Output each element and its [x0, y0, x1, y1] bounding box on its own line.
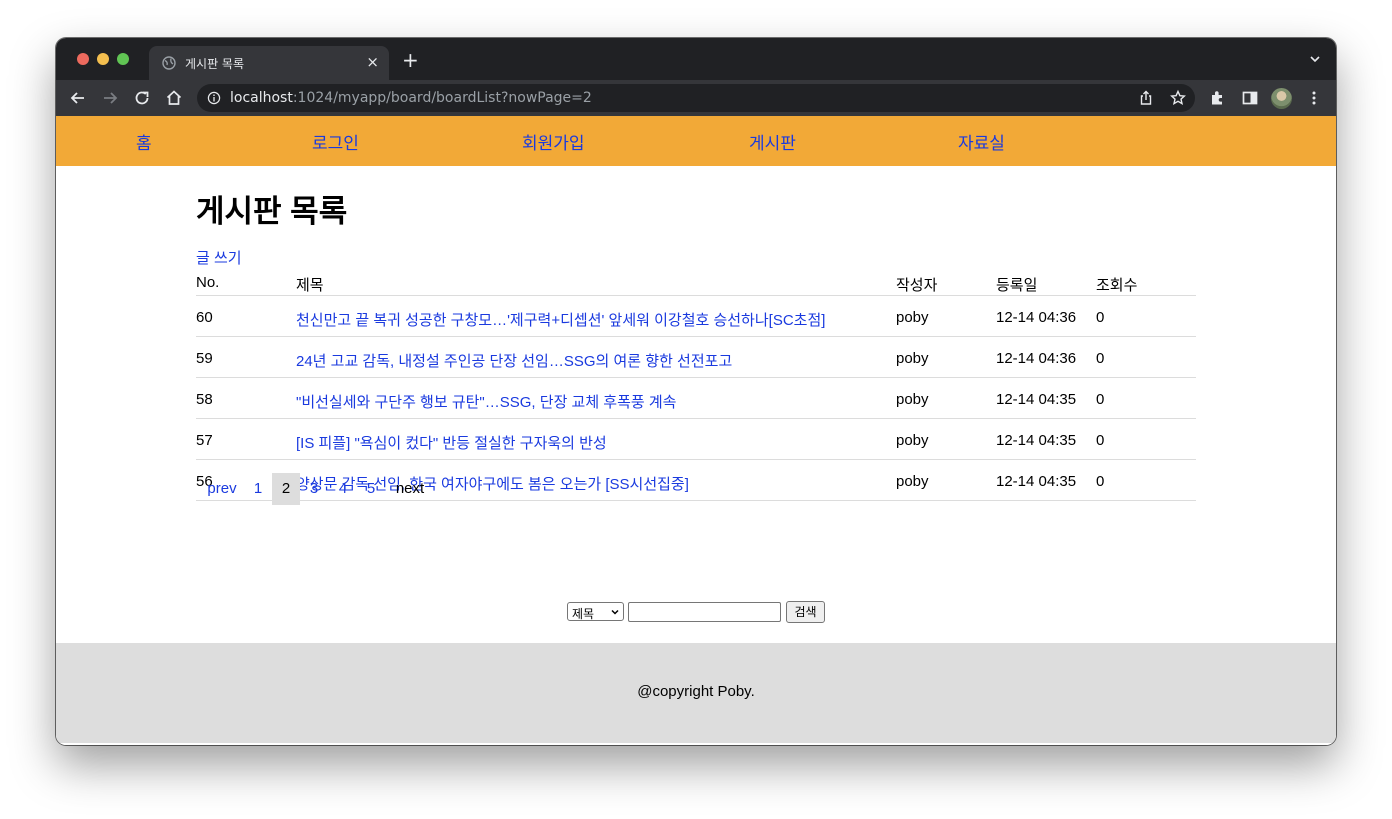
pagination-next[interactable]: next [392, 473, 428, 505]
table-row: 60 천신만고 끝 복귀 성공한 구창모…'제구력+디셉션' 앞세워 이강철호 … [196, 296, 1196, 337]
url-host: localhost [230, 90, 293, 106]
header-hits: 조회수 [1096, 277, 1138, 294]
copyright-text: @copyright Poby. [637, 683, 755, 700]
board-table: No. 제목 작성자 등록일 조회수 60 천신만고 끝 복귀 성공한 구창모…… [196, 266, 1196, 501]
search-button[interactable]: 검색 [786, 601, 825, 623]
browser-toolbar: localhost:1024/myapp/board/boardList?now… [56, 80, 1336, 116]
table-row: 57 [IS 피플] "욕심이 컸다" 반등 절실한 구자욱의 반성 poby … [196, 419, 1196, 460]
table-row: 59 24년 고교 감독, 내정설 주인공 단장 선임…SSG의 여론 향한 선… [196, 337, 1196, 378]
side-panel-icon[interactable] [1240, 88, 1260, 108]
reload-icon[interactable] [132, 88, 152, 108]
post-no: 57 [196, 432, 213, 449]
nav-home[interactable]: 홈 [136, 129, 152, 154]
post-title-link[interactable]: "비선실세와 구단주 행보 규탄"…SSG, 단장 교체 후폭풍 계속 [296, 391, 676, 412]
post-writer: poby [896, 309, 929, 326]
web-page: 홈 로그인 회원가입 게시판 자료실 게시판 목록 글 쓰기 No. 제목 작성… [56, 116, 1336, 745]
pagination-page-5[interactable]: 5 [361, 473, 381, 505]
back-icon[interactable] [68, 88, 88, 108]
home-icon[interactable] [164, 88, 184, 108]
write-post-link[interactable]: 글 쓰기 [196, 247, 242, 268]
pagination-page-3[interactable]: 3 [304, 473, 324, 505]
search-field-select[interactable]: 제목 [567, 602, 624, 621]
pagination-prev[interactable]: prev [202, 473, 242, 505]
post-date: 12-14 04:35 [996, 432, 1077, 449]
table-header-row: No. 제목 작성자 등록일 조회수 [196, 266, 1196, 296]
post-hits: 0 [1096, 309, 1105, 326]
post-hits: 0 [1096, 350, 1105, 367]
browser-tab[interactable]: 게시판 목록 × [149, 46, 389, 80]
post-title-link[interactable]: 양상문 감독 선임, 한국 여자야구에도 봄은 오는가 [SS시선집중] [296, 473, 689, 494]
nav-archive[interactable]: 자료실 [958, 129, 1005, 154]
close-window-button[interactable] [77, 53, 89, 65]
post-date: 12-14 04:35 [996, 473, 1077, 490]
pagination-page-4[interactable]: 4 [333, 473, 353, 505]
chevron-down-icon [611, 609, 619, 615]
search-input[interactable] [628, 602, 781, 622]
tab-list-icon[interactable] [1308, 52, 1322, 66]
close-tab-icon[interactable]: × [366, 53, 379, 71]
url-path: :1024/myapp/board/boardList?nowPage=2 [292, 90, 592, 106]
post-title-link[interactable]: [IS 피플] "욕심이 컸다" 반등 절실한 구자욱의 반성 [296, 432, 607, 453]
footer: @copyright Poby. [56, 643, 1336, 743]
star-icon[interactable] [1169, 89, 1187, 107]
tab-title: 게시판 목록 [185, 57, 245, 71]
post-writer: poby [896, 391, 929, 408]
post-date: 12-14 04:35 [996, 391, 1077, 408]
post-hits: 0 [1096, 473, 1105, 490]
post-writer: poby [896, 473, 929, 490]
post-no: 58 [196, 391, 213, 408]
header-no: No. [196, 274, 220, 291]
post-date: 12-14 04:36 [996, 350, 1077, 367]
header-date: 등록일 [996, 277, 1038, 294]
header-writer: 작성자 [896, 277, 938, 294]
post-no: 60 [196, 309, 213, 326]
post-hits: 0 [1096, 391, 1105, 408]
post-date: 12-14 04:36 [996, 309, 1077, 326]
post-hits: 0 [1096, 432, 1105, 449]
page-title: 게시판 목록 [196, 194, 348, 229]
post-writer: poby [896, 350, 929, 367]
post-no: 59 [196, 350, 213, 367]
top-nav: 홈 로그인 회원가입 게시판 자료실 [56, 116, 1336, 166]
nav-board[interactable]: 게시판 [749, 129, 796, 154]
more-icon[interactable] [1304, 88, 1324, 108]
post-writer: poby [896, 432, 929, 449]
nav-login[interactable]: 로그인 [312, 129, 359, 154]
post-title-link[interactable]: 24년 고교 감독, 내정설 주인공 단장 선임…SSG의 여론 향한 선전포고 [296, 350, 732, 371]
pagination-page-1[interactable]: 1 [248, 473, 268, 505]
info-icon[interactable] [207, 91, 221, 105]
post-title-link[interactable]: 천신만고 끝 복귀 성공한 구창모…'제구력+디셉션' 앞세워 이강철호 승선하… [296, 309, 825, 330]
nav-signup[interactable]: 회원가입 [522, 129, 585, 154]
pagination-current-page: 2 [272, 473, 300, 505]
minimize-window-button[interactable] [97, 53, 109, 65]
share-icon[interactable] [1137, 89, 1155, 107]
browser-window: 게시판 목록 × + localhost:1024/myapp/board/bo… [56, 38, 1336, 745]
header-title: 제목 [296, 277, 324, 294]
forward-icon[interactable] [100, 88, 120, 108]
new-tab-button[interactable]: + [402, 49, 419, 71]
search-field-selected: 제목 [572, 607, 595, 621]
url-text[interactable]: localhost:1024/myapp/board/boardList?now… [230, 90, 592, 106]
extensions-icon[interactable] [1208, 88, 1228, 108]
table-row: 58 "비선실세와 구단주 행보 규탄"…SSG, 단장 교체 후폭풍 계속 p… [196, 378, 1196, 419]
profile-avatar[interactable] [1271, 88, 1292, 109]
tab-bar: 게시판 목록 × + [56, 38, 1336, 80]
maximize-window-button[interactable] [117, 53, 129, 65]
address-bar[interactable]: localhost:1024/myapp/board/boardList?now… [197, 84, 1195, 112]
globe-icon [162, 56, 176, 70]
